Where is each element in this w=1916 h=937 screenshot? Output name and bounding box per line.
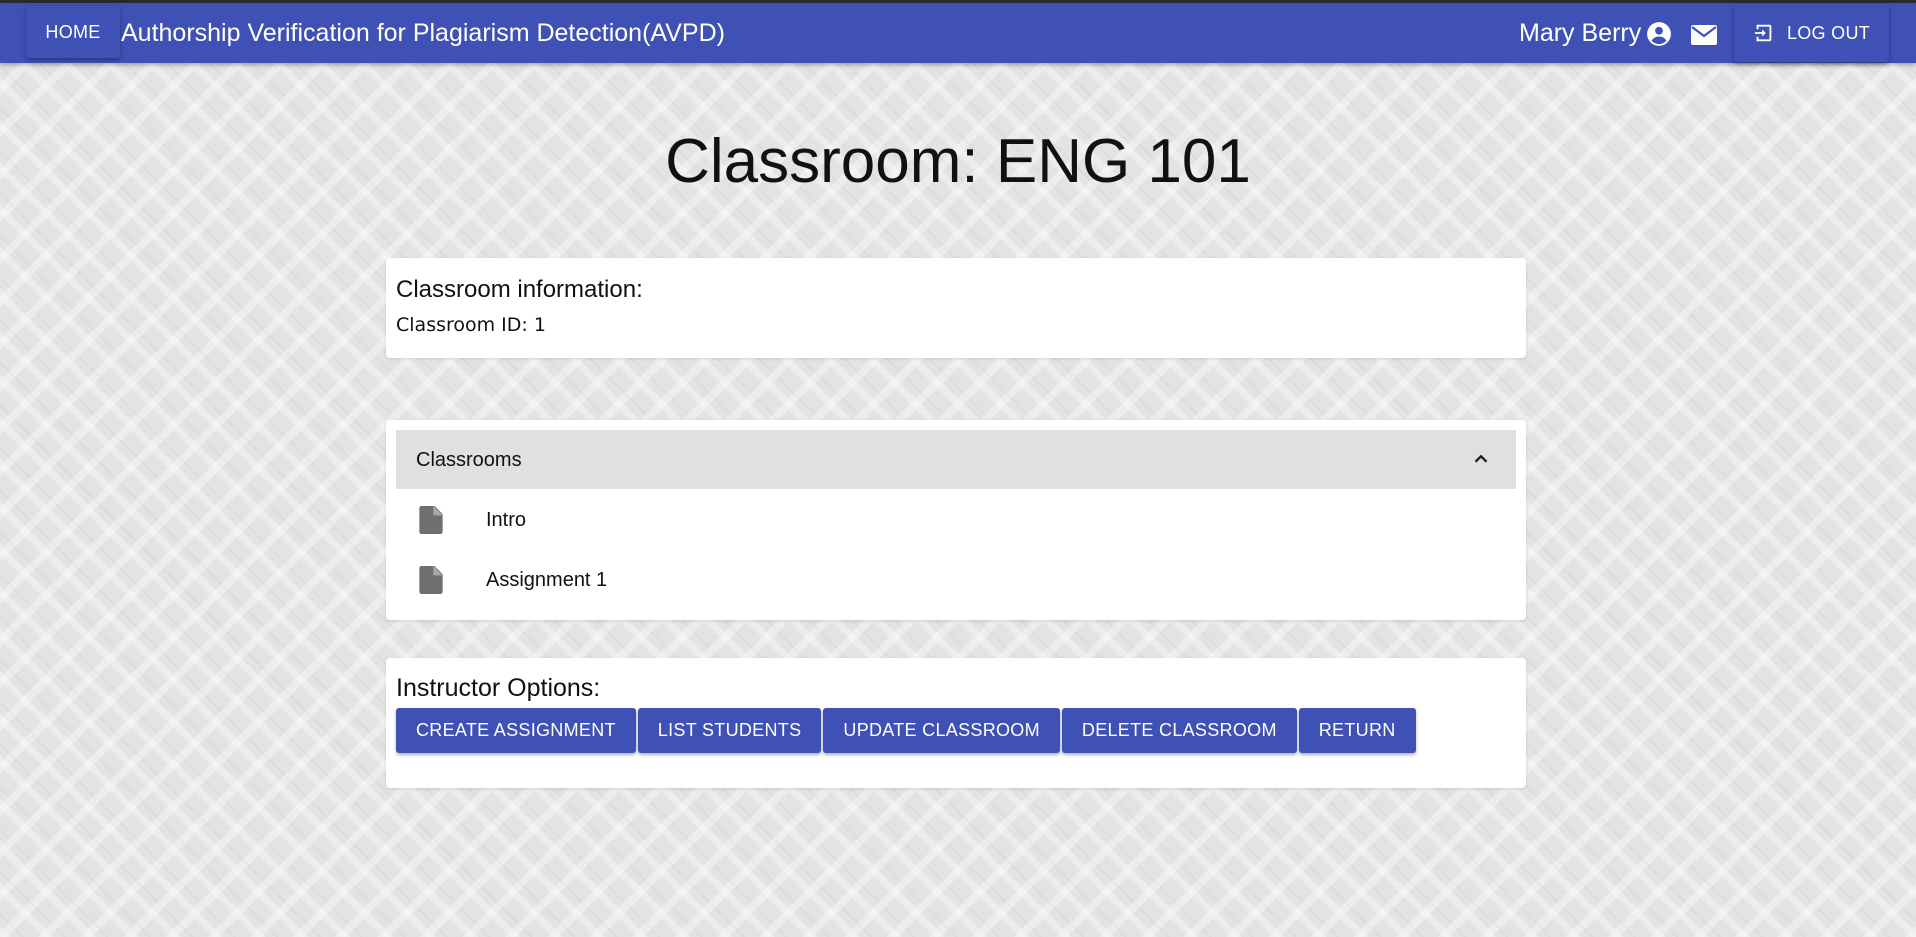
list-students-button[interactable]: LIST STUDENTS	[637, 708, 822, 753]
app-bar: HOME Authorship Verification for Plagiar…	[0, 3, 1916, 63]
accordion-label: Classrooms	[416, 449, 522, 471]
home-button[interactable]: HOME	[26, 6, 120, 58]
list-item-label: Intro	[486, 509, 527, 531]
list-item[interactable]: Assignment 1	[386, 552, 1526, 608]
create-assignment-button[interactable]: CREATE ASSIGNMENT	[396, 708, 636, 753]
options-button-row: CREATE ASSIGNMENT LIST STUDENTS UPDATE C…	[396, 708, 1416, 753]
instructor-options-card: Instructor Options: CREATE ASSIGNMENT LI…	[386, 658, 1526, 788]
chevron-up-icon[interactable]	[1470, 448, 1492, 470]
user-name[interactable]: Mary Berry	[1519, 19, 1641, 48]
mail-icon[interactable]	[1690, 23, 1718, 47]
classroom-id: Classroom ID: 1	[396, 314, 546, 336]
page-title: Classroom: ENG 101	[665, 127, 1251, 196]
info-heading: Classroom information:	[396, 276, 643, 303]
file-icon	[419, 566, 443, 594]
list-item-label: Assignment 1	[486, 569, 608, 591]
logout-button[interactable]: LOG OUT	[1734, 4, 1889, 62]
logout-icon	[1754, 24, 1772, 42]
app-title: Authorship Verification for Plagiarism D…	[121, 19, 725, 47]
return-button[interactable]: RETURN	[1298, 708, 1416, 753]
options-heading: Instructor Options:	[396, 674, 601, 702]
list-item[interactable]: Intro	[386, 492, 1526, 548]
file-icon	[419, 506, 443, 534]
account-circle-icon[interactable]	[1646, 21, 1672, 47]
update-classroom-button[interactable]: UPDATE CLASSROOM	[823, 708, 1060, 753]
classroom-info-card: Classroom information: Classroom ID: 1	[386, 258, 1526, 358]
logout-label: LOG OUT	[1786, 22, 1871, 43]
classrooms-accordion: Classrooms Intro Assignment 1	[386, 420, 1526, 620]
delete-classroom-button[interactable]: DELETE CLASSROOM	[1061, 708, 1297, 753]
accordion-header[interactable]: Classrooms	[396, 430, 1516, 489]
